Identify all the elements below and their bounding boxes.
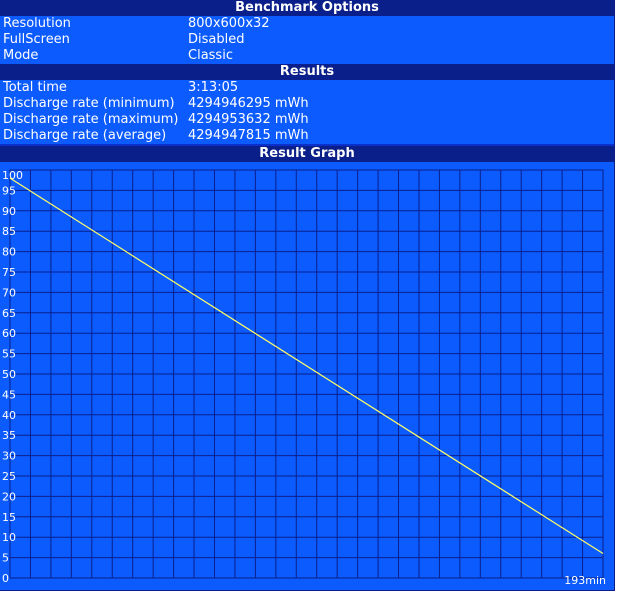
result-label: Discharge rate (average)	[3, 128, 167, 143]
result-row-discharge-max: Discharge rate (maximum) 4294953632 mWh	[0, 112, 614, 128]
y-tick-label: 75	[2, 266, 16, 279]
y-tick-label: 95	[2, 184, 16, 197]
y-tick-label: 25	[2, 470, 16, 483]
benchmark-options-header: Benchmark Options	[0, 0, 614, 16]
x-end-label: 193min	[564, 574, 606, 587]
y-tick-label: 70	[2, 286, 16, 299]
benchmark-window: Benchmark Options Resolution 800x600x32 …	[0, 0, 615, 591]
y-tick-label: 15	[2, 511, 16, 524]
result-row-total-time: Total time 3:13:05	[0, 80, 614, 96]
y-tick-label: 65	[2, 307, 16, 320]
option-value: 800x600x32	[188, 16, 270, 31]
result-graph-header: Result Graph	[0, 146, 614, 162]
option-label: Resolution	[3, 16, 71, 31]
results-header: Results	[0, 64, 614, 80]
y-tick-label: 5	[2, 552, 9, 565]
option-row-mode: Mode Classic	[0, 48, 614, 64]
y-tick-label: 55	[2, 348, 16, 361]
y-tick-label: 0	[2, 572, 9, 585]
y-tick-label: 80	[2, 246, 16, 259]
results-section: Total time 3:13:05 Discharge rate (minim…	[0, 80, 614, 144]
y-tick-label: 10	[2, 531, 16, 544]
result-value: 4294946295 mWh	[188, 96, 309, 111]
benchmark-options-section: Resolution 800x600x32 FullScreen Disable…	[0, 16, 614, 64]
y-tick-label: 50	[2, 368, 16, 381]
result-label: Total time	[3, 80, 67, 95]
y-tick-label: 40	[2, 409, 16, 422]
result-label: Discharge rate (maximum)	[3, 112, 179, 127]
y-tick-label: 30	[2, 450, 16, 463]
result-label: Discharge rate (minimum)	[3, 96, 175, 111]
result-value: 4294953632 mWh	[188, 112, 309, 127]
option-row-fullscreen: FullScreen Disabled	[0, 32, 614, 48]
result-value: 3:13:05	[188, 80, 239, 95]
result-value: 4294947815 mWh	[188, 128, 309, 143]
y-tick-label: 20	[2, 490, 16, 503]
result-graph: 0 5 10 15 20 25 30 35 40 45 50 55 60 65 70 75 80 85 90 95 10…	[0, 162, 614, 590]
option-label: Mode	[3, 48, 39, 63]
y-tick-label: 90	[2, 205, 16, 218]
y-tick-label: 85	[2, 225, 16, 238]
option-value: Classic	[188, 48, 233, 63]
option-row-resolution: Resolution 800x600x32	[0, 16, 614, 32]
y-tick-label: 45	[2, 388, 16, 401]
result-row-discharge-avg: Discharge rate (average) 4294947815 mWh	[0, 128, 614, 144]
option-label: FullScreen	[3, 32, 70, 47]
y-tick-label: 35	[2, 429, 16, 442]
result-row-discharge-min: Discharge rate (minimum) 4294946295 mWh	[0, 96, 614, 112]
y-tick-label: 60	[2, 327, 16, 340]
result-graph-svg: 0510152025303540455055606570758085909510…	[2, 169, 606, 587]
option-value: Disabled	[188, 32, 245, 47]
